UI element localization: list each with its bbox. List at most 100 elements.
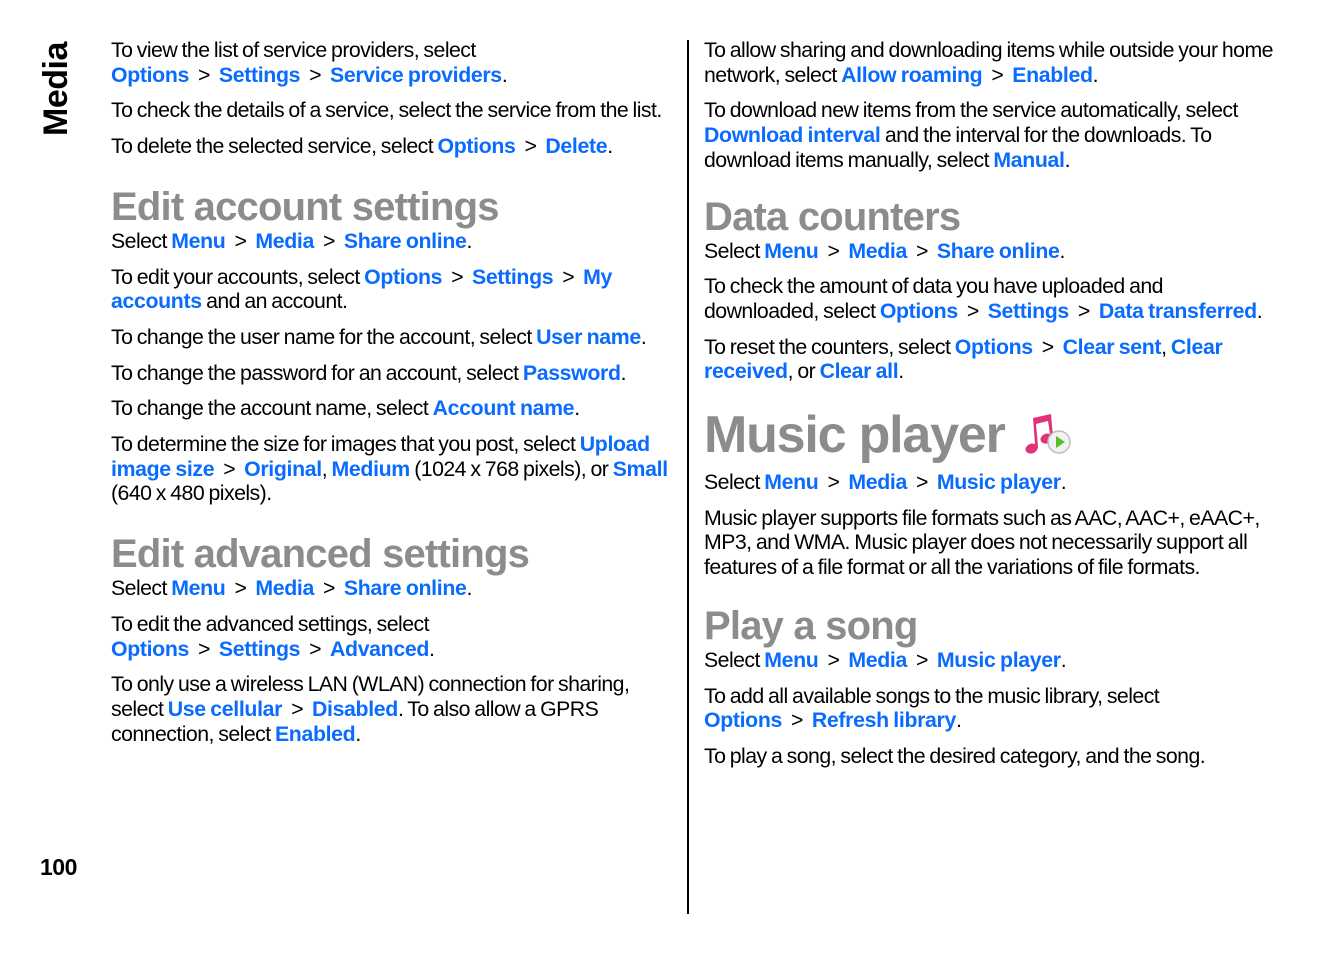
link-clear-sent[interactable]: Clear sent	[1063, 335, 1162, 359]
link-options[interactable]: Options	[438, 134, 516, 158]
link-menu[interactable]: Menu	[764, 648, 819, 672]
text: ,	[321, 456, 332, 481]
link-options[interactable]: Options	[111, 63, 189, 87]
text: .	[1092, 62, 1099, 87]
link-enabled[interactable]: Enabled	[275, 722, 356, 746]
separator: >	[827, 647, 840, 672]
link-media[interactable]: Media	[848, 470, 907, 494]
left-column: To view the list of service providers, s…	[111, 38, 677, 757]
text: To edit the advanced settings, select	[111, 611, 430, 636]
link-settings[interactable]: Settings	[219, 63, 301, 87]
link-menu[interactable]: Menu	[171, 229, 226, 253]
text: .	[1064, 147, 1071, 172]
page-number: 100	[40, 854, 77, 880]
link-service-providers[interactable]: Service providers	[330, 63, 502, 87]
heading-data-counters: Data counters	[704, 194, 961, 239]
separator: >	[234, 576, 247, 601]
link-account-name[interactable]: Account name	[433, 396, 575, 420]
separator: >	[1077, 298, 1090, 323]
link-password[interactable]: Password	[523, 361, 621, 385]
text: .	[898, 359, 904, 384]
link-user-name[interactable]: User name	[536, 325, 641, 349]
paragraph: To allow sharing and downloading items w…	[704, 38, 1274, 87]
link-original[interactable]: Original	[244, 457, 322, 481]
separator: >	[322, 576, 335, 601]
separator: >	[827, 238, 840, 263]
link-manual[interactable]: Manual	[993, 148, 1065, 172]
separator: >	[915, 238, 928, 263]
separator: >	[915, 647, 928, 672]
link-options[interactable]: Options	[955, 335, 1033, 359]
link-refresh-library[interactable]: Refresh library	[812, 708, 956, 732]
separator: >	[915, 470, 928, 495]
link-media[interactable]: Media	[848, 648, 907, 672]
text: .	[1060, 647, 1067, 672]
link-enabled[interactable]: Enabled	[1012, 63, 1093, 87]
link-medium[interactable]: Medium	[332, 457, 411, 481]
text: To change the account name, select	[111, 396, 433, 421]
text: .	[1059, 238, 1065, 263]
link-clear-all[interactable]: Clear all	[820, 359, 899, 383]
text: .	[428, 636, 435, 661]
paragraph: To change the password for an account, s…	[111, 361, 677, 386]
paragraph: To reset the counters, select Options > Cl…	[704, 335, 1274, 384]
link-menu[interactable]: Menu	[764, 239, 819, 263]
text: .	[1256, 298, 1263, 323]
heading-edit-advanced-settings: Edit advanced settings	[111, 532, 530, 577]
link-options[interactable]: Options	[111, 637, 189, 661]
link-settings[interactable]: Settings	[219, 637, 301, 661]
separator: >	[451, 264, 464, 289]
paragraph: To play a song, select the desired categ…	[704, 744, 1274, 769]
link-advanced[interactable]: Advanced	[330, 637, 429, 661]
link-share-online[interactable]: Share online	[344, 229, 467, 253]
separator: >	[322, 228, 335, 253]
paragraph: To add all available songs to the music …	[704, 684, 1274, 733]
link-download-interval[interactable]: Download interval	[704, 123, 881, 147]
link-options[interactable]: Options	[364, 265, 442, 289]
column-divider	[687, 40, 689, 914]
link-menu[interactable]: Menu	[171, 576, 226, 600]
text: Select	[704, 647, 765, 672]
text: and an account.	[201, 289, 348, 314]
link-menu[interactable]: Menu	[764, 470, 819, 494]
separator: >	[562, 264, 575, 289]
separator: >	[223, 456, 236, 481]
paragraph: Select Menu > Media > Share online.	[111, 576, 677, 601]
link-options[interactable]: Options	[704, 708, 782, 732]
link-settings[interactable]: Settings	[472, 265, 554, 289]
separator: >	[524, 134, 537, 159]
text: To reset the counters, select	[704, 334, 955, 359]
separator: >	[827, 470, 840, 495]
link-share-online[interactable]: Share online	[344, 576, 467, 600]
link-music-player[interactable]: Music player	[937, 470, 1061, 494]
text: To delete the selected service, select	[111, 134, 438, 159]
link-data-transferred[interactable]: Data transferred	[1099, 299, 1257, 323]
text: Select	[111, 228, 172, 253]
link-share-online[interactable]: Share online	[937, 239, 1060, 263]
text: .	[640, 324, 647, 349]
paragraph: To change the account name, select Accou…	[111, 396, 677, 421]
right-column: To allow sharing and downloading items w…	[704, 38, 1274, 780]
link-options[interactable]: Options	[880, 299, 958, 323]
link-small[interactable]: Small	[613, 457, 668, 481]
link-delete[interactable]: Delete	[545, 134, 607, 158]
link-media[interactable]: Media	[848, 239, 907, 263]
separator: >	[291, 696, 303, 721]
separator: >	[309, 636, 321, 661]
paragraph: To check the details of a service, selec…	[111, 98, 677, 123]
text: Select	[111, 576, 172, 601]
link-music-player[interactable]: Music player	[937, 648, 1061, 672]
text: .	[620, 360, 627, 385]
link-disabled[interactable]: Disabled	[312, 697, 398, 721]
text: .	[355, 721, 361, 746]
link-media[interactable]: Media	[255, 576, 314, 600]
link-use-cellular[interactable]: Use cellular	[168, 697, 283, 721]
heading-play-a-song: Play a song	[704, 603, 918, 648]
separator: >	[198, 636, 210, 661]
link-settings[interactable]: Settings	[988, 299, 1070, 323]
link-media[interactable]: Media	[255, 229, 314, 253]
paragraph: Select Menu > Media > Share online.	[704, 239, 1274, 264]
text: To determine the size for images that yo…	[111, 432, 580, 457]
link-allow-roaming[interactable]: Allow roaming	[841, 63, 983, 87]
text: To download new items from the service a…	[704, 98, 1238, 123]
